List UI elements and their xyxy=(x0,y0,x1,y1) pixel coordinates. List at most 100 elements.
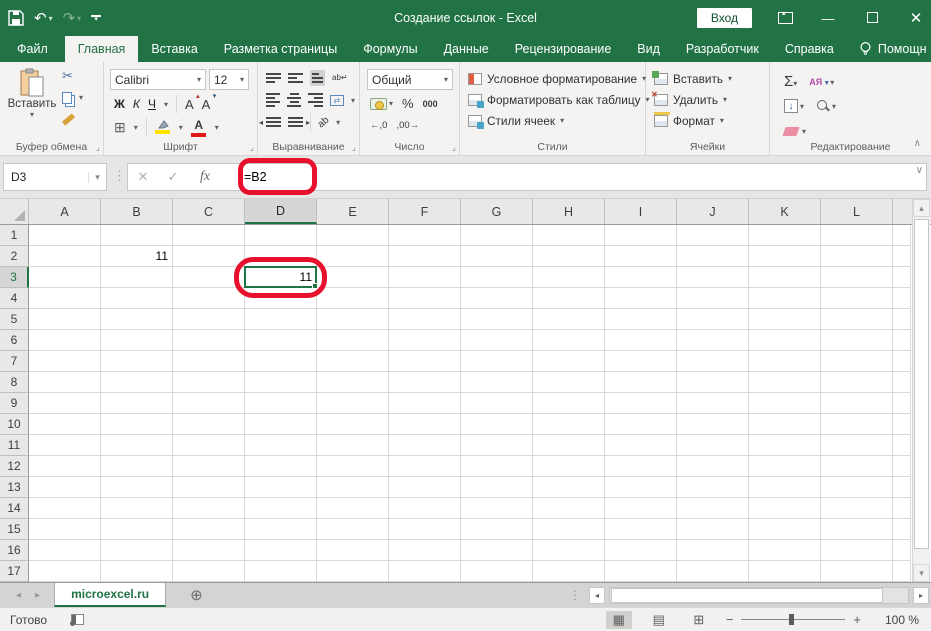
horizontal-scrollbar[interactable] xyxy=(609,587,909,604)
cell-h13[interactable] xyxy=(533,477,605,498)
column-header-i[interactable]: I xyxy=(605,199,677,224)
horizontal-scroll-thumb[interactable] xyxy=(611,588,883,603)
cell-g13[interactable] xyxy=(461,477,533,498)
cell-e16[interactable] xyxy=(317,540,389,561)
hscroll-right-icon[interactable]: ▸ xyxy=(913,587,929,604)
expand-formula-bar-icon[interactable]: ∨ xyxy=(916,165,923,176)
cell-g12[interactable] xyxy=(461,456,533,477)
cell-k16[interactable] xyxy=(749,540,821,561)
cell-j6[interactable] xyxy=(677,330,749,351)
zoom-thumb[interactable] xyxy=(789,614,794,625)
currency-format-button[interactable]: ▾ xyxy=(370,98,393,110)
cell-k10[interactable] xyxy=(749,414,821,435)
cell-a14[interactable] xyxy=(29,498,101,519)
cancel-icon[interactable]: ✕ xyxy=(128,169,158,185)
cell-g14[interactable] xyxy=(461,498,533,519)
cell-j3[interactable] xyxy=(677,267,749,288)
cell-c2[interactable] xyxy=(173,246,245,267)
column-header-c[interactable]: C xyxy=(173,199,245,224)
cell-j2[interactable] xyxy=(677,246,749,267)
decrease-indent-button[interactable]: ◂ xyxy=(266,115,281,129)
cell-f8[interactable] xyxy=(389,372,461,393)
cell-l8[interactable] xyxy=(821,372,893,393)
column-header-l[interactable]: L xyxy=(821,199,893,224)
cell-d16[interactable] xyxy=(245,540,317,561)
helper-button[interactable]: Помощн xyxy=(847,36,931,62)
cell-j15[interactable] xyxy=(677,519,749,540)
styles-button[interactable]: Условное форматирование▾ xyxy=(464,68,641,89)
cell-f13[interactable] xyxy=(389,477,461,498)
cell-g15[interactable] xyxy=(461,519,533,540)
cell-h16[interactable] xyxy=(533,540,605,561)
cell-d12[interactable] xyxy=(245,456,317,477)
cell-b12[interactable] xyxy=(101,456,173,477)
cell-j12[interactable] xyxy=(677,456,749,477)
row-header-7[interactable]: 7 xyxy=(0,351,29,372)
cell-j16[interactable] xyxy=(677,540,749,561)
decrease-decimal-button[interactable]: ,00→ xyxy=(396,120,419,131)
decrease-font-button[interactable]: А▾ xyxy=(202,97,211,112)
cell-b9[interactable] xyxy=(101,393,173,414)
cell-b8[interactable] xyxy=(101,372,173,393)
signin-button[interactable]: Вход xyxy=(697,8,752,28)
cell-a17[interactable] xyxy=(29,561,101,582)
cell-b10[interactable] xyxy=(101,414,173,435)
cell-l7[interactable] xyxy=(821,351,893,372)
number-format-select[interactable]: Общий▾ xyxy=(367,69,453,90)
cell-c5[interactable] xyxy=(173,309,245,330)
cell-c10[interactable] xyxy=(173,414,245,435)
cell-f3[interactable] xyxy=(389,267,461,288)
cell-i14[interactable] xyxy=(605,498,677,519)
underline-dropdown[interactable]: ▾ xyxy=(164,100,168,109)
row-header-2[interactable]: 2 xyxy=(0,246,29,267)
cell-k13[interactable] xyxy=(749,477,821,498)
cell-a5[interactable] xyxy=(29,309,101,330)
cell-i8[interactable] xyxy=(605,372,677,393)
paste-button[interactable]: Вставить ▾ xyxy=(8,68,56,134)
enter-icon[interactable]: ✓ xyxy=(158,169,188,185)
cell-i12[interactable] xyxy=(605,456,677,477)
cell-g1[interactable] xyxy=(461,225,533,246)
cell-l12[interactable] xyxy=(821,456,893,477)
number-dialog-launcher[interactable]: ⌟ xyxy=(452,142,456,153)
hscroll-left-icon[interactable]: ◂ xyxy=(589,587,605,604)
cell-f11[interactable] xyxy=(389,435,461,456)
font-size-select[interactable]: 12▾ xyxy=(209,69,249,90)
font-name-select[interactable]: Calibri▾ xyxy=(110,69,206,90)
row-header-12[interactable]: 12 xyxy=(0,456,29,477)
cell-e14[interactable] xyxy=(317,498,389,519)
align-bottom-button[interactable] xyxy=(310,70,325,86)
cell-d5[interactable] xyxy=(245,309,317,330)
cell-h15[interactable] xyxy=(533,519,605,540)
cell-k4[interactable] xyxy=(749,288,821,309)
increase-indent-button[interactable]: ▸ xyxy=(288,115,303,129)
cell-g2[interactable] xyxy=(461,246,533,267)
hscroll-resize-handle[interactable]: ⋮ xyxy=(569,588,581,602)
ribbon-tab[interactable]: Данные xyxy=(431,36,502,62)
borders-button[interactable]: ⊞ xyxy=(114,119,126,136)
cell-e4[interactable] xyxy=(317,288,389,309)
cell-b15[interactable] xyxy=(101,519,173,540)
row-header-10[interactable]: 10 xyxy=(0,414,29,435)
cell-j7[interactable] xyxy=(677,351,749,372)
cell-e13[interactable] xyxy=(317,477,389,498)
cell-b5[interactable] xyxy=(101,309,173,330)
cell-i3[interactable] xyxy=(605,267,677,288)
row-header-6[interactable]: 6 xyxy=(0,330,29,351)
row-header-1[interactable]: 1 xyxy=(0,225,29,246)
cut-button[interactable]: ✂ xyxy=(62,68,73,83)
fill-color-button[interactable] xyxy=(155,120,171,134)
cell-g10[interactable] xyxy=(461,414,533,435)
cell-a9[interactable] xyxy=(29,393,101,414)
cell-c8[interactable] xyxy=(173,372,245,393)
cell-f1[interactable] xyxy=(389,225,461,246)
ribbon-tab[interactable]: Формулы xyxy=(350,36,430,62)
ribbon-tab[interactable]: Разработчик xyxy=(673,36,772,62)
alignment-dialog-launcher[interactable]: ⌟ xyxy=(352,142,356,153)
cell-d2[interactable] xyxy=(245,246,317,267)
cell-e10[interactable] xyxy=(317,414,389,435)
cell-h9[interactable] xyxy=(533,393,605,414)
minimize-button[interactable]: — xyxy=(819,11,837,26)
cell-c6[interactable] xyxy=(173,330,245,351)
cell-d1[interactable] xyxy=(245,225,317,246)
